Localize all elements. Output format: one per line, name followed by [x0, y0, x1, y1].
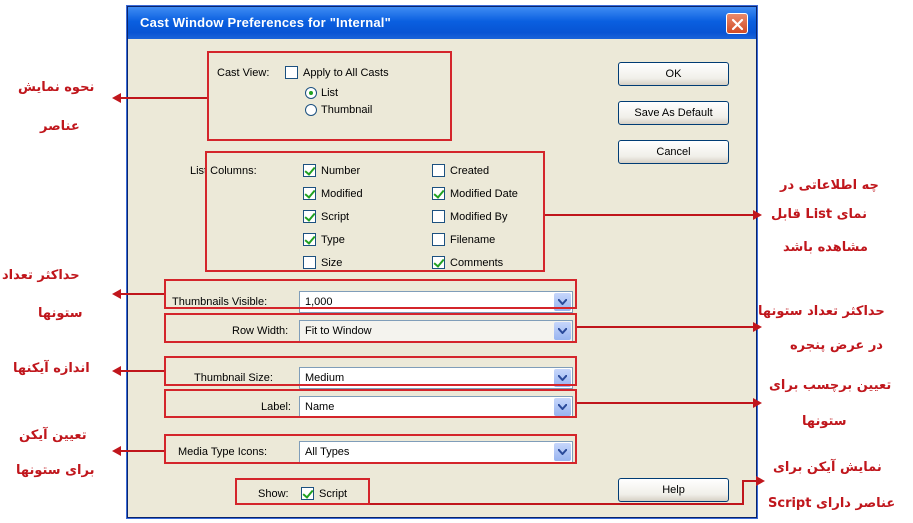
- connector-line: [120, 293, 164, 295]
- help-button[interactable]: Help: [618, 478, 729, 502]
- annotation-list-columns-line2: نمای List قابل: [771, 207, 868, 222]
- connector-line: [370, 503, 744, 505]
- cancel-button[interactable]: Cancel: [618, 140, 729, 164]
- save-as-default-button[interactable]: Save As Default: [618, 101, 729, 125]
- annotation-media-line2: برای ستونها: [16, 463, 95, 478]
- annotation-row-width-line1: حداکثر تعداد ستونها: [758, 304, 885, 319]
- title-bar[interactable]: Cast Window Preferences for "Internal": [128, 7, 756, 39]
- row-width-highlight: [164, 313, 577, 343]
- connector-line: [120, 370, 164, 372]
- connector-line: [545, 214, 753, 216]
- annotation-thumbnails-line2: ستونها: [38, 306, 83, 321]
- arrow-right-icon: [756, 476, 765, 486]
- arrow-right-icon: [753, 322, 762, 332]
- thumbnails-visible-highlight: [164, 279, 577, 309]
- arrow-right-icon: [753, 210, 762, 220]
- thumbnail-size-highlight: [164, 356, 577, 386]
- connector-line: [742, 480, 756, 482]
- annotation-thumbnails-line1: حداکثر تعداد: [2, 268, 80, 283]
- label-highlight: [164, 389, 577, 418]
- annotation-thumb-size: اندازه آیکنها: [13, 361, 90, 376]
- annotation-media-line1: تعیین آیکن: [19, 428, 87, 443]
- connector-line: [120, 97, 207, 99]
- list-columns-highlight: [205, 151, 545, 272]
- annotation-row-width-line2: در عرض پنجره: [790, 338, 883, 353]
- annotation-label-line1: تعیین برچسب برای: [769, 378, 892, 393]
- dialog-title: Cast Window Preferences for "Internal": [140, 15, 391, 30]
- arrow-right-icon: [753, 398, 762, 408]
- connector-line: [120, 450, 164, 452]
- connector-line: [577, 402, 753, 404]
- connector-line: [742, 480, 744, 505]
- connector-line: [577, 326, 753, 328]
- annotation-cast-view-line2: عناصر: [40, 119, 80, 134]
- annotation-list-columns-line1: چه اطلاعاتی در: [780, 178, 879, 193]
- media-type-icons-highlight: [164, 434, 577, 464]
- annotation-list-columns-line3: مشاهده باشد: [783, 240, 868, 255]
- annotation-label-line2: ستونها: [802, 414, 847, 429]
- annotation-script-line2: عناصر دارای Script: [768, 496, 896, 511]
- close-icon: [731, 18, 744, 31]
- annotation-script-line1: نمایش آیکن برای: [773, 460, 882, 475]
- cast-view-highlight: [207, 51, 452, 141]
- close-button[interactable]: [726, 13, 748, 34]
- ok-button[interactable]: OK: [618, 62, 729, 86]
- show-script-highlight: [235, 478, 370, 505]
- annotation-cast-view-line1: نحوه نمایش: [18, 80, 95, 95]
